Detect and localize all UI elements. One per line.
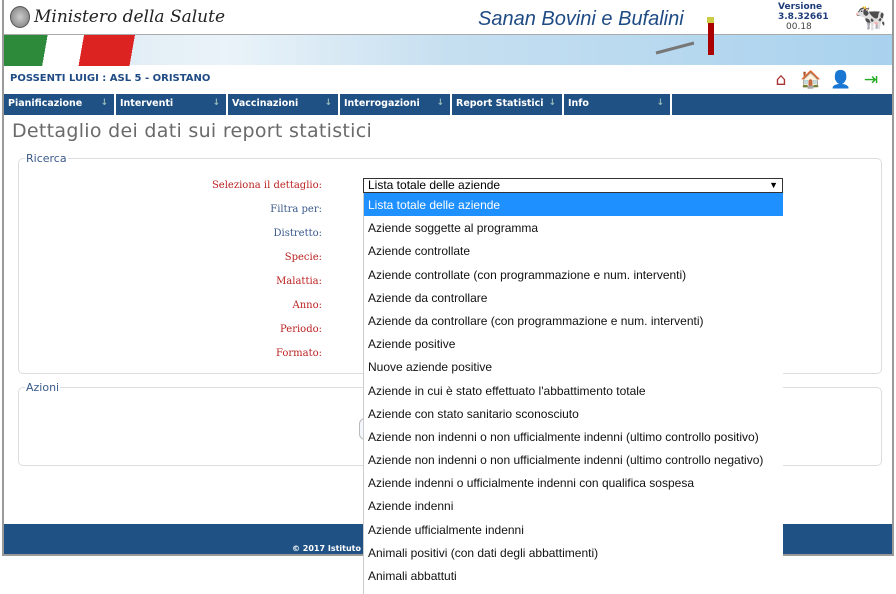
detail-options-list: Lista totale delle aziende Aziende sogget…	[363, 193, 783, 594]
arrow-down-icon: ↓	[436, 98, 444, 108]
header: Ministero della Salute Sanan Bovini e Bu…	[4, 0, 892, 34]
dropdown-option[interactable]: Aziende soggette al programma	[364, 216, 783, 239]
label-formato: Formato:	[275, 348, 322, 359]
nav-label: Interventi	[120, 98, 174, 109]
version-info: Versione 3.8.32661 00.18	[778, 2, 829, 32]
arrow-down-icon: ↓	[100, 98, 108, 108]
page-title: Dettaglio dei dati sui report statistici	[12, 120, 373, 142]
user-info: POSSENTI LUIGI : ASL 5 - ORISTANO	[10, 73, 211, 84]
label-malattia: Malattia:	[276, 276, 322, 287]
nav-vaccinazioni[interactable]: Vaccinazioni ↓	[228, 94, 340, 115]
label-periodo: Periodo:	[280, 324, 322, 335]
nav-label: Interrogazioni	[344, 98, 420, 109]
arrow-down-icon: ↓	[212, 98, 220, 108]
select-value: Lista totale delle aziende	[368, 178, 501, 192]
version-label: Versione	[778, 2, 823, 12]
dropdown-option[interactable]: Aziende ufficialmente indenni	[364, 518, 783, 541]
ministry-logo: Ministero della Salute	[10, 6, 225, 28]
label-distretto: Distretto:	[273, 228, 323, 239]
dropdown-option[interactable]: Aziende positive	[364, 332, 783, 355]
dropdown-option[interactable]: Animali positivi (con dati degli abbatti…	[364, 541, 783, 564]
logout-icon[interactable]: ⇥	[860, 69, 882, 91]
dropdown-option[interactable]: Aziende non indenni o non ufficialmente …	[364, 448, 783, 471]
nav-label: Vaccinazioni	[232, 98, 299, 109]
ministry-name: Ministero della Salute	[34, 7, 226, 27]
dropdown-caret-icon: ▼	[769, 180, 778, 190]
dropdown-option[interactable]: Animali abbattuti	[364, 564, 783, 587]
syringe-icon	[655, 17, 714, 55]
dropdown-option[interactable]: Aziende con stato sanitario sconosciuto	[364, 402, 783, 425]
version-number: 3.8.32661	[778, 12, 829, 22]
user-settings-icon[interactable]: 👤	[830, 69, 852, 91]
ricerca-legend: Ricerca	[26, 152, 67, 165]
label-filtra: Filtra per:	[270, 204, 322, 215]
azioni-legend: Azioni	[26, 381, 60, 394]
banner: 🐄	[4, 3, 892, 66]
nav-pianificazione[interactable]: Pianificazione ↓	[4, 94, 116, 115]
dropdown-option[interactable]: Nuove aziende positive	[364, 355, 783, 378]
nav-label: Report Statistici	[456, 98, 544, 109]
nav-label: Pianificazione	[8, 98, 83, 109]
flag-image	[4, 35, 144, 66]
houses-icon[interactable]: ⌂	[770, 69, 792, 91]
dropdown-option[interactable]: Aziende indenni o ufficialmente indenni …	[364, 471, 783, 494]
dropdown-option[interactable]: Aziende controllate	[364, 239, 783, 262]
label-anno: Anno:	[292, 300, 323, 311]
nav-interventi[interactable]: Interventi ↓	[116, 94, 228, 115]
dropdown-option[interactable]: Lista totale delle aziende	[364, 193, 783, 217]
label-specie: Specie:	[284, 252, 322, 263]
main-nav: Pianificazione ↓ Interventi ↓ Vaccinazioni…	[4, 94, 892, 115]
cattle-buffalo-icon: 🐄	[854, 3, 887, 33]
nav-label: Info	[568, 98, 589, 109]
arrow-down-icon: ↓	[548, 98, 556, 108]
dropdown-option[interactable]: Aziende da controllare (con programmazio…	[364, 309, 783, 332]
dropdown-option[interactable]: Aziende controllate (con programmazione …	[364, 263, 783, 286]
version-time: 00.18	[786, 22, 812, 32]
nav-info[interactable]: Info ↓	[564, 94, 672, 115]
italian-emblem-icon	[10, 6, 30, 28]
dropdown-option[interactable]: Aziende non indenni o non ufficialmente …	[364, 425, 783, 448]
dropdown-option[interactable]: Aziende da controllare	[364, 286, 783, 309]
detail-select[interactable]: Lista totale delle aziende ▼	[363, 178, 783, 193]
arrow-down-icon: ↓	[324, 98, 332, 108]
user-bar: POSSENTI LUIGI : ASL 5 - ORISTANO ⌂ 🏠 👤 …	[4, 65, 892, 94]
nav-interrogazioni[interactable]: Interrogazioni ↓	[340, 94, 452, 115]
arrow-down-icon: ↓	[656, 98, 664, 108]
dropdown-option[interactable]: Aziende indenni	[364, 494, 783, 517]
dropdown-option[interactable]: Aziende in cui è stato effettuato l'abba…	[364, 379, 783, 402]
app-title: Sanan Bovini e Bufalini	[478, 8, 684, 30]
nav-report-statistici[interactable]: Report Statistici ↓	[452, 94, 564, 115]
home-icon[interactable]: 🏠	[800, 69, 822, 91]
label-dettaglio: Seleziona il dettaglio:	[211, 180, 322, 191]
